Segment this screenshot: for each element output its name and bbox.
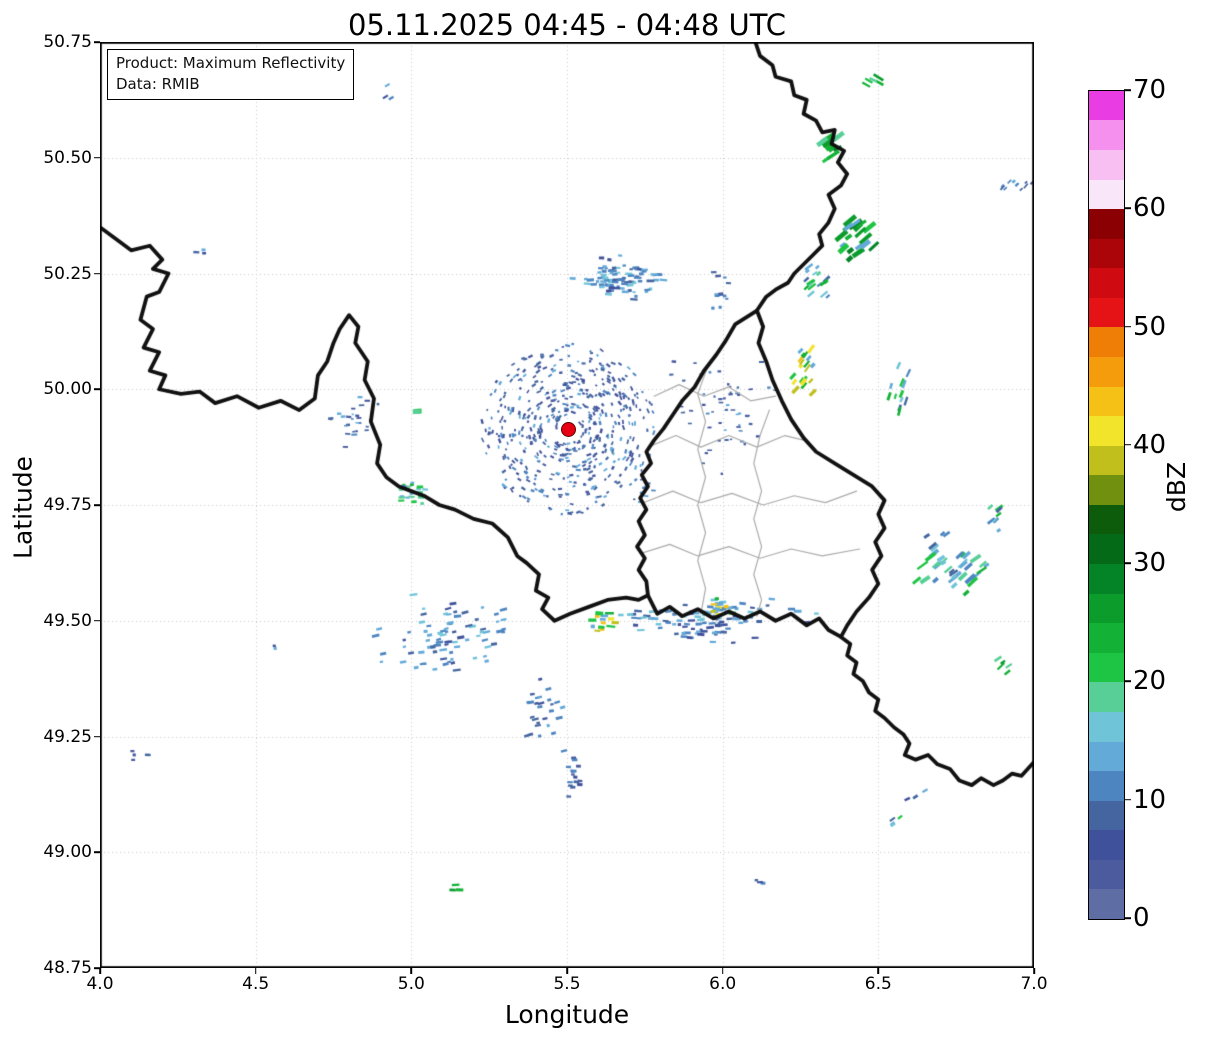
colorbar-segment — [1089, 238, 1124, 269]
colorbar-segment — [1089, 297, 1124, 328]
y-tick-mark — [94, 735, 100, 738]
colorbar-tick-mark — [1124, 207, 1131, 210]
y-tick-mark — [94, 504, 100, 506]
x-tick-label: 5.0 — [397, 974, 425, 994]
colorbar-tick-mark — [1124, 680, 1131, 683]
colorbar-tick-label: 30 — [1133, 548, 1167, 579]
colorbar-segment — [1089, 800, 1124, 831]
colorbar — [1088, 90, 1125, 920]
colorbar-segment — [1089, 889, 1124, 919]
colorbar-segment — [1089, 120, 1124, 150]
colorbar-tick-label: 20 — [1133, 666, 1167, 697]
colorbar-segment — [1089, 564, 1124, 594]
colorbar-segment — [1089, 504, 1124, 535]
colorbar-unit-label: dBZ — [1162, 461, 1191, 513]
colorbar-segment — [1089, 741, 1124, 772]
x-tick-label: 6.5 — [864, 974, 892, 994]
x-tick-label: 4.0 — [86, 974, 114, 994]
colorbar-tick-mark — [1124, 798, 1131, 801]
x-tick-label: 6.0 — [709, 974, 737, 994]
colorbar-segment — [1089, 149, 1124, 180]
y-tick-label: 49.50 — [43, 610, 92, 631]
colorbar-segment — [1089, 386, 1124, 417]
colorbar-segment — [1089, 859, 1124, 890]
y-tick-label: 50.25 — [43, 263, 92, 284]
y-axis-label: Latitude — [8, 456, 38, 559]
x-tick-label: 5.5 — [553, 974, 581, 994]
product-info-line: Product: Maximum Reflectivity — [116, 54, 346, 72]
x-axis-label: Longitude — [504, 1000, 630, 1029]
colorbar-segment — [1089, 534, 1124, 565]
y-tick-mark — [94, 851, 100, 854]
radar-map-canvas — [100, 42, 1034, 968]
colorbar-segment — [1089, 90, 1124, 121]
y-tick-label: 50.75 — [43, 32, 92, 52]
y-tick-mark — [94, 156, 100, 159]
colorbar-segment — [1089, 593, 1124, 624]
colorbar-segment — [1089, 771, 1124, 801]
y-tick-label: 50.00 — [43, 379, 92, 400]
plot-title: 05.11.2025 04:45 - 04:48 UTC — [347, 8, 787, 42]
colorbar-tick-label: 0 — [1133, 903, 1150, 933]
colorbar-segment — [1089, 445, 1124, 476]
x-tick-label: 7.0 — [1020, 974, 1048, 994]
colorbar-tick-mark — [1124, 917, 1131, 919]
colorbar-segment — [1089, 416, 1124, 446]
radar-figure: 05.11.2025 04:45 - 04:48 UTC Product: Ma… — [0, 0, 1219, 1040]
y-tick-mark — [94, 388, 100, 391]
colorbar-tick-mark — [1124, 444, 1131, 446]
colorbar-segment — [1089, 327, 1124, 358]
colorbar-segment — [1089, 179, 1124, 210]
colorbar-segment — [1089, 711, 1124, 742]
data-source-line: Data: RMIB — [116, 75, 200, 93]
y-tick-label: 49.00 — [43, 842, 92, 863]
colorbar-tick-mark — [1124, 89, 1131, 91]
colorbar-segment — [1089, 682, 1124, 712]
colorbar-segment — [1089, 209, 1124, 239]
map-plot-area: Product: Maximum Reflectivity Data: RMIB — [100, 42, 1034, 968]
colorbar-tick-label: 10 — [1133, 784, 1167, 815]
colorbar-segment — [1089, 623, 1124, 653]
colorbar-tick-label: 50 — [1133, 311, 1167, 342]
x-tick-label: 4.5 — [242, 974, 270, 994]
colorbar-tick-mark — [1124, 325, 1131, 328]
colorbar-segment — [1089, 652, 1124, 683]
y-tick-mark — [94, 619, 100, 622]
colorbar-segment — [1089, 830, 1124, 860]
colorbar-tick-label: 70 — [1133, 75, 1167, 105]
y-tick-label: 50.50 — [43, 147, 92, 168]
product-info-box: Product: Maximum Reflectivity Data: RMIB — [107, 49, 355, 100]
y-tick-label: 49.25 — [43, 726, 92, 747]
colorbar-tick-label: 60 — [1133, 193, 1167, 224]
y-tick-mark — [94, 272, 100, 275]
colorbar-tick-mark — [1124, 562, 1131, 564]
radar-location-marker — [561, 421, 577, 437]
colorbar-segment — [1089, 268, 1124, 298]
y-tick-mark — [94, 41, 100, 43]
colorbar-segment — [1089, 357, 1124, 387]
colorbar-segment — [1089, 475, 1124, 505]
